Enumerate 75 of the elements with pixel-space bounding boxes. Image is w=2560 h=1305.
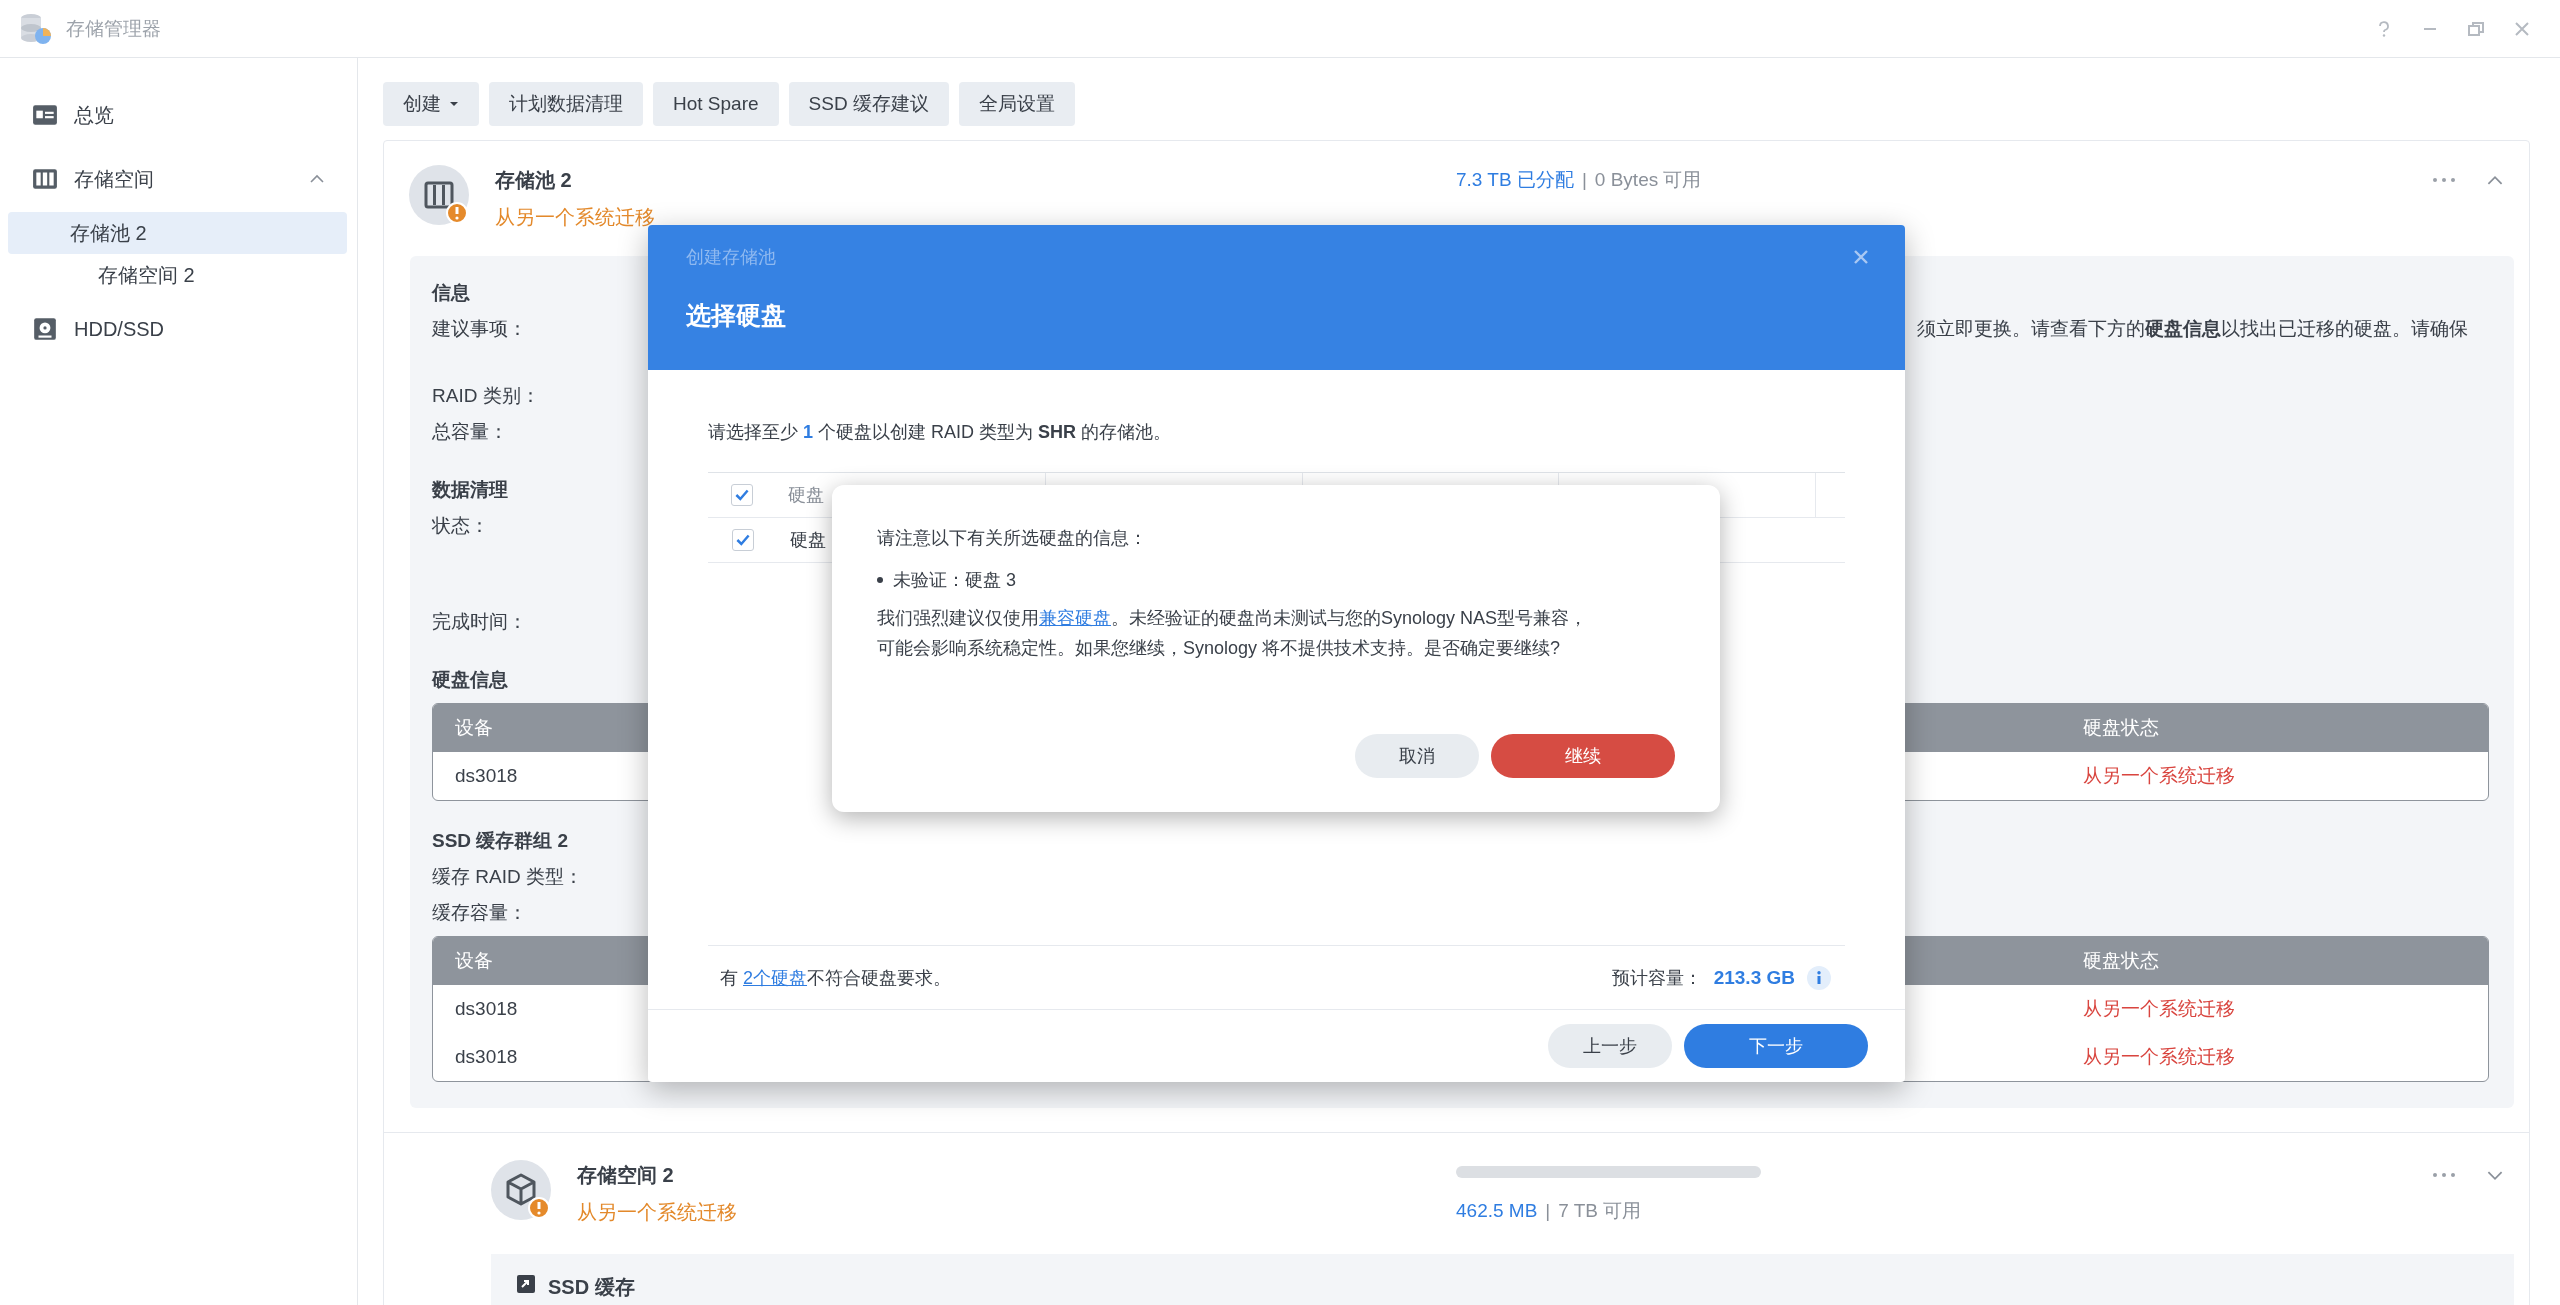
toolbar-button[interactable]: 计划数据清理: [489, 82, 643, 126]
sidebar-item[interactable]: 总览: [8, 94, 347, 136]
info-icon[interactable]: [1807, 965, 1831, 990]
field-label: 缓存容量：: [432, 901, 527, 925]
bullet-text: 未验证：硬盘 3: [893, 569, 1016, 592]
field-label: 状态：: [432, 514, 489, 538]
field-label: RAID 类别：: [432, 384, 540, 408]
chevron-icon[interactable]: [2486, 1170, 2504, 1181]
cache-icon: [516, 1274, 536, 1294]
field-label: 建议事项：: [432, 317, 527, 341]
column-header: 设备: [455, 717, 493, 738]
pool-name: 存储池 2: [495, 168, 573, 193]
dialog-window-title: 创建存储池: [686, 246, 776, 269]
window-title: 存储管理器: [66, 16, 161, 41]
disks-link[interactable]: 2个硬盘: [743, 967, 808, 988]
column-header: 硬盘状态: [2083, 717, 2159, 738]
more-icon[interactable]: [2432, 1172, 2456, 1178]
chevron-icon[interactable]: [309, 174, 325, 184]
toolbar-button[interactable]: SSD 缓存建议: [788, 82, 949, 126]
allocated-size: 7.3 TB 已分配: [1456, 169, 1574, 190]
field-label: 完成时间：: [432, 610, 527, 634]
ssd-cache-label: SSD 缓存: [548, 1275, 635, 1300]
used-size: 462.5 MB: [1456, 1200, 1538, 1221]
checkbox[interactable]: [732, 529, 754, 551]
sidebar-item[interactable]: HDD/SSD: [8, 308, 347, 350]
separator: |: [1545, 1200, 1551, 1221]
section-heading: 硬盘信息: [432, 668, 508, 692]
sidebar-item[interactable]: 存储池 2: [8, 212, 347, 254]
volume-status: 从另一个系统迁移: [577, 1200, 737, 1225]
checkbox[interactable]: [730, 484, 753, 506]
instruction-text: 请选择至少 1 个硬盘以创建 RAID 类型为 SHR 的存储池。: [708, 421, 1173, 444]
section-heading: 信息: [432, 281, 470, 305]
separator: |: [1581, 169, 1587, 190]
table-cell: 从另一个系统迁移: [2083, 998, 2235, 1019]
pool-status: 从另一个系统迁移: [495, 205, 655, 230]
dialog-button[interactable]: 上一步: [1548, 1024, 1672, 1068]
toolbar-button[interactable]: 全局设置: [958, 82, 1075, 126]
requirement-note: 有 2个硬盘不符合硬盘要求。: [720, 966, 952, 990]
table-cell: ds3018: [455, 1046, 518, 1067]
more-icon[interactable]: [2432, 177, 2456, 183]
section-heading: SSD 缓存群组 2: [432, 829, 569, 853]
section-heading: 数据清理: [432, 478, 508, 502]
caret-icon: [449, 101, 459, 107]
dialog-title: 选择硬盘: [686, 300, 787, 331]
available-size: 7 TB 可用: [1558, 1200, 1642, 1221]
column-header: 硬盘: [787, 484, 824, 507]
warning-intro: 请注意以下有关所选硬盘的信息：: [877, 527, 1148, 550]
volume-name: 存储空间 2: [577, 1163, 675, 1188]
chevron-icon[interactable]: [2486, 175, 2504, 186]
toolbar-button[interactable]: Hot Spare: [653, 82, 779, 126]
dialog-button[interactable]: 下一步: [1684, 1024, 1868, 1068]
warning-message: 我们强烈建议仅使用兼容硬盘。未经验证的硬盘尚未测试与您的Synology NAS型号兼容，可能会影响系统稳定性。如果您继续，Synology 将不提供技术支持。是否确定要继续?: [877, 607, 1589, 660]
column-header: 硬盘状态: [2083, 950, 2159, 971]
field-value: 须立即更换。请查看下方的硬盘信息以找出已迁移的硬盘。请确保: [1917, 317, 2468, 341]
alert-button[interactable]: 继续: [1491, 734, 1675, 778]
compatible-disks-link[interactable]: 兼容硬盘: [1039, 608, 1111, 628]
capacity-label: 预计容量：: [1611, 966, 1702, 990]
app-logo-icon: [18, 11, 52, 46]
table-cell-text: 硬盘: [790, 529, 826, 552]
bullet-icon: [877, 577, 883, 583]
capacity-value: 213.3 GB: [1713, 966, 1795, 989]
sidebar-item[interactable]: 存储空间 2: [8, 254, 347, 296]
table-cell: 从另一个系统迁移: [2083, 1046, 2235, 1067]
available-size: 0 Bytes 可用: [1594, 169, 1702, 190]
toolbar-button[interactable]: 创建: [383, 82, 479, 126]
field-label: 总容量：: [432, 420, 508, 444]
overview-icon: [32, 104, 58, 126]
storage-icon: [32, 168, 58, 190]
table-cell: ds3018: [455, 998, 518, 1019]
table-cell: ds3018: [455, 765, 518, 786]
field-label: 缓存 RAID 类型：: [432, 865, 583, 889]
column-header: 设备: [455, 950, 493, 971]
sidebar-item[interactable]: 存储空间: [8, 158, 347, 200]
table-cell: 从另一个系统迁移: [2083, 765, 2235, 786]
alert-button[interactable]: 取消: [1355, 734, 1479, 778]
